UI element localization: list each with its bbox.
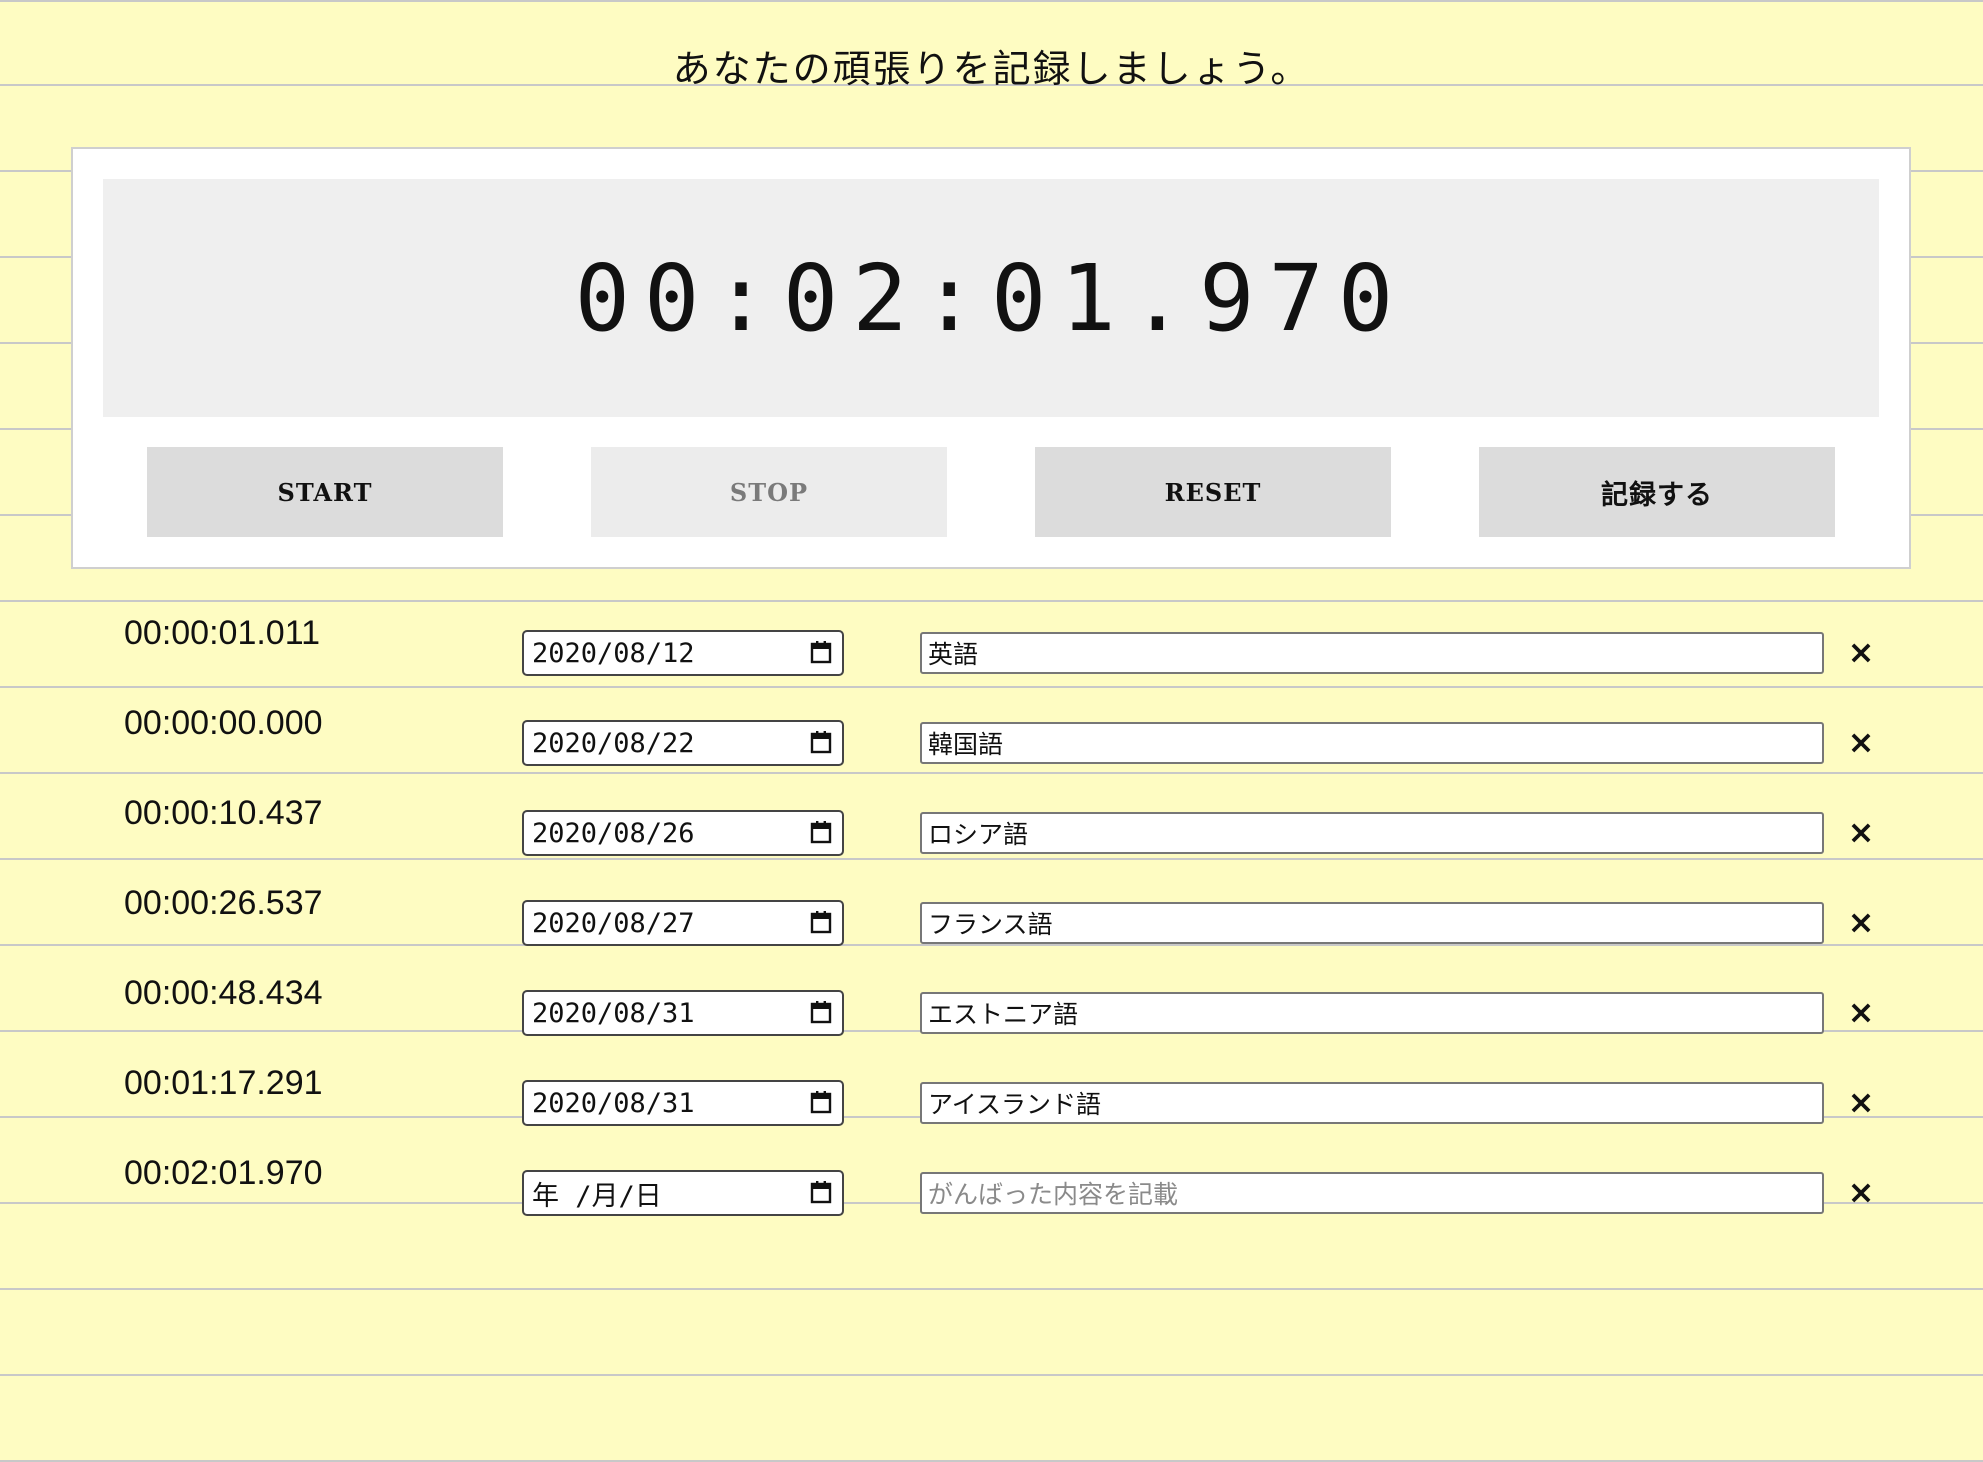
record-date-value: 2020/08/12 bbox=[532, 637, 695, 669]
record-date-value: 2020/08/31 bbox=[532, 1087, 695, 1119]
record-date-input[interactable]: 年 /月/日 bbox=[522, 1170, 844, 1216]
close-icon[interactable]: × bbox=[1846, 724, 1876, 760]
close-icon[interactable]: × bbox=[1846, 994, 1876, 1030]
close-icon[interactable]: × bbox=[1846, 1174, 1876, 1210]
record-date-value: 2020/08/26 bbox=[532, 817, 695, 849]
record-memo-input[interactable]: フランス語 bbox=[920, 902, 1824, 944]
calendar-icon[interactable] bbox=[810, 1180, 832, 1204]
calendar-icon[interactable] bbox=[810, 1090, 832, 1114]
record-memo-input[interactable]: エストニア語 bbox=[920, 992, 1824, 1034]
calendar-icon[interactable] bbox=[810, 1000, 832, 1024]
record-memo-input[interactable]: アイスランド語 bbox=[920, 1082, 1824, 1124]
close-icon[interactable]: × bbox=[1846, 814, 1876, 850]
close-icon[interactable]: × bbox=[1846, 1084, 1876, 1120]
save-record-button[interactable]: 記録する bbox=[1479, 447, 1835, 537]
stopwatch-display: 00:02:01.970 bbox=[103, 179, 1879, 417]
calendar-icon[interactable] bbox=[810, 910, 832, 934]
stop-button[interactable]: STOP bbox=[591, 447, 947, 537]
record-row: 00:00:26.537 2020/08/27 フランス語 × bbox=[0, 878, 1983, 946]
page-title: あなたの頑張りを記録しましょう。 bbox=[672, 47, 1311, 91]
record-date-input[interactable]: 2020/08/12 bbox=[522, 630, 844, 676]
record-row: 00:01:17.291 2020/08/31 アイスランド語 × bbox=[0, 1058, 1983, 1126]
record-time: 00:00:00.000 bbox=[124, 704, 323, 742]
record-row: 00:00:00.000 2020/08/22 韓国語 × bbox=[0, 698, 1983, 766]
record-row: 00:00:10.437 2020/08/26 ロシア語 × bbox=[0, 788, 1983, 856]
stopwatch-card: 00:02:01.970 START STOP RESET 記録する bbox=[71, 147, 1911, 569]
calendar-icon[interactable] bbox=[810, 730, 832, 754]
record-date-value: 2020/08/22 bbox=[532, 727, 695, 759]
record-time: 00:00:48.434 bbox=[124, 974, 323, 1012]
start-button[interactable]: START bbox=[147, 447, 503, 537]
record-row: 00:02:01.970 年 /月/日 がんばった内容を記載 × bbox=[0, 1148, 1983, 1216]
record-date-value: 2020/08/31 bbox=[532, 997, 695, 1029]
record-memo-input[interactable]: ロシア語 bbox=[920, 812, 1824, 854]
record-date-input[interactable]: 2020/08/27 bbox=[522, 900, 844, 946]
close-icon[interactable]: × bbox=[1846, 634, 1876, 670]
record-date-value: 年 /月/日 bbox=[532, 1180, 662, 1212]
record-row: 00:00:48.434 2020/08/31 エストニア語 × bbox=[0, 968, 1983, 1036]
record-date-input[interactable]: 2020/08/22 bbox=[522, 720, 844, 766]
close-icon[interactable]: × bbox=[1846, 904, 1876, 940]
record-time: 00:00:01.011 bbox=[124, 614, 320, 652]
calendar-icon[interactable] bbox=[810, 640, 832, 664]
record-date-value: 2020/08/27 bbox=[532, 907, 695, 939]
record-date-input[interactable]: 2020/08/26 bbox=[522, 810, 844, 856]
calendar-icon[interactable] bbox=[810, 820, 832, 844]
record-time: 00:02:01.970 bbox=[124, 1154, 323, 1192]
record-time: 00:01:17.291 bbox=[124, 1064, 323, 1102]
record-time: 00:00:10.437 bbox=[124, 794, 323, 832]
reset-button[interactable]: RESET bbox=[1035, 447, 1391, 537]
record-row: 00:00:01.011 2020/08/12 英語 × bbox=[0, 608, 1983, 676]
record-date-input[interactable]: 2020/08/31 bbox=[522, 1080, 844, 1126]
record-memo-input[interactable]: 英語 bbox=[920, 632, 1824, 674]
record-time: 00:00:26.537 bbox=[124, 884, 323, 922]
record-memo-input[interactable]: がんばった内容を記載 bbox=[920, 1172, 1824, 1214]
page-top-edge bbox=[0, 0, 1983, 8]
record-date-input[interactable]: 2020/08/31 bbox=[522, 990, 844, 1036]
record-memo-input[interactable]: 韓国語 bbox=[920, 722, 1824, 764]
